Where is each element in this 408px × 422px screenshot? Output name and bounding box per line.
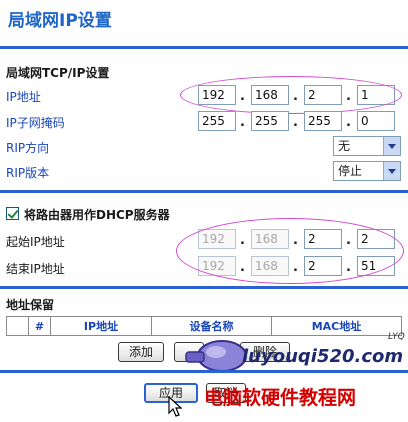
ip-dot-separator: . xyxy=(240,115,245,130)
watermark-site: 电脑软硬件教程网 xyxy=(204,387,357,409)
ip-octet-4[interactable]: 1 xyxy=(357,85,395,105)
subnet-octet-1[interactable]: 255 xyxy=(198,111,236,131)
header-divider xyxy=(0,46,408,49)
end-ip-label: 结束IP地址 xyxy=(6,262,65,276)
ip-dot-separator: . xyxy=(240,233,245,248)
ip-octet-2[interactable]: 168 xyxy=(251,85,289,105)
section-divider xyxy=(0,370,408,373)
section-divider xyxy=(0,286,408,289)
watermark-url: luyouqi520.com xyxy=(242,346,404,367)
rip-version-label: RIP版本 xyxy=(6,166,50,180)
table-header-cell: # xyxy=(28,316,51,336)
dhcp-server-label: 将路由器用作DHCP服务器 xyxy=(24,208,170,222)
subnet-octet-2[interactable]: 255 xyxy=(251,111,289,131)
end-ip-octet-4[interactable]: 51 xyxy=(357,256,395,276)
end-ip-octet-3[interactable]: 2 xyxy=(304,256,342,276)
end-ip-octet-1[interactable]: 192 xyxy=(198,256,236,276)
table-header-row: # IP地址 设备名称 MAC地址 xyxy=(6,316,402,336)
subnet-octet-3[interactable]: 255 xyxy=(304,111,342,131)
mouse-cursor-icon xyxy=(168,396,183,417)
reservation-section-title: 地址保留 xyxy=(6,298,55,312)
ip-dot-separator: . xyxy=(293,89,298,104)
table-header-cell: 设备名称 xyxy=(151,316,272,336)
section-divider xyxy=(0,190,408,193)
table-header-cell: MAC地址 xyxy=(271,316,402,336)
ip-dot-separator: . xyxy=(293,260,298,275)
end-ip-octet-2[interactable]: 168 xyxy=(251,256,289,276)
ip-dot-separator: . xyxy=(240,89,245,104)
rip-direction-value: 无 xyxy=(338,139,351,153)
chevron-down-icon[interactable] xyxy=(383,137,400,155)
ip-octet-3[interactable]: 2 xyxy=(304,85,342,105)
ip-dot-separator: . xyxy=(346,115,351,130)
ip-dot-separator: . xyxy=(293,115,298,130)
table-header-cell: IP地址 xyxy=(50,316,152,336)
start-ip-octet-1[interactable]: 192 xyxy=(198,229,236,249)
page-title: 局域网IP设置 xyxy=(8,11,112,31)
chevron-down-icon[interactable] xyxy=(383,162,400,180)
watermark-tag: LYQ xyxy=(388,332,405,342)
reservation-table: # IP地址 设备名称 MAC地址 xyxy=(6,316,402,336)
ip-dot-separator: . xyxy=(293,233,298,248)
dhcp-server-checkbox[interactable] xyxy=(6,207,19,220)
start-ip-octet-4[interactable]: 2 xyxy=(357,229,395,249)
rip-version-value: 停止 xyxy=(338,164,363,178)
start-ip-label: 起始IP地址 xyxy=(6,235,65,249)
rip-direction-label: RIP方向 xyxy=(6,141,50,155)
subnet-mask-label: IP子网掩码 xyxy=(6,116,65,130)
subnet-octet-4[interactable]: 0 xyxy=(357,111,395,131)
table-header-cell xyxy=(6,316,29,336)
ip-octet-1[interactable]: 192 xyxy=(198,85,236,105)
lan-section-title: 局域网TCP/IP设置 xyxy=(6,66,110,80)
ip-address-label: IP地址 xyxy=(6,90,41,104)
start-ip-octet-2[interactable]: 168 xyxy=(251,229,289,249)
rip-version-select[interactable]: 停止 xyxy=(333,161,401,181)
ip-dot-separator: . xyxy=(346,89,351,104)
rip-direction-select[interactable]: 无 xyxy=(333,136,401,156)
ip-dot-separator: . xyxy=(346,233,351,248)
ip-dot-separator: . xyxy=(346,260,351,275)
add-button[interactable]: 添加 xyxy=(118,342,164,362)
ip-dot-separator: . xyxy=(240,260,245,275)
start-ip-octet-3[interactable]: 2 xyxy=(304,229,342,249)
